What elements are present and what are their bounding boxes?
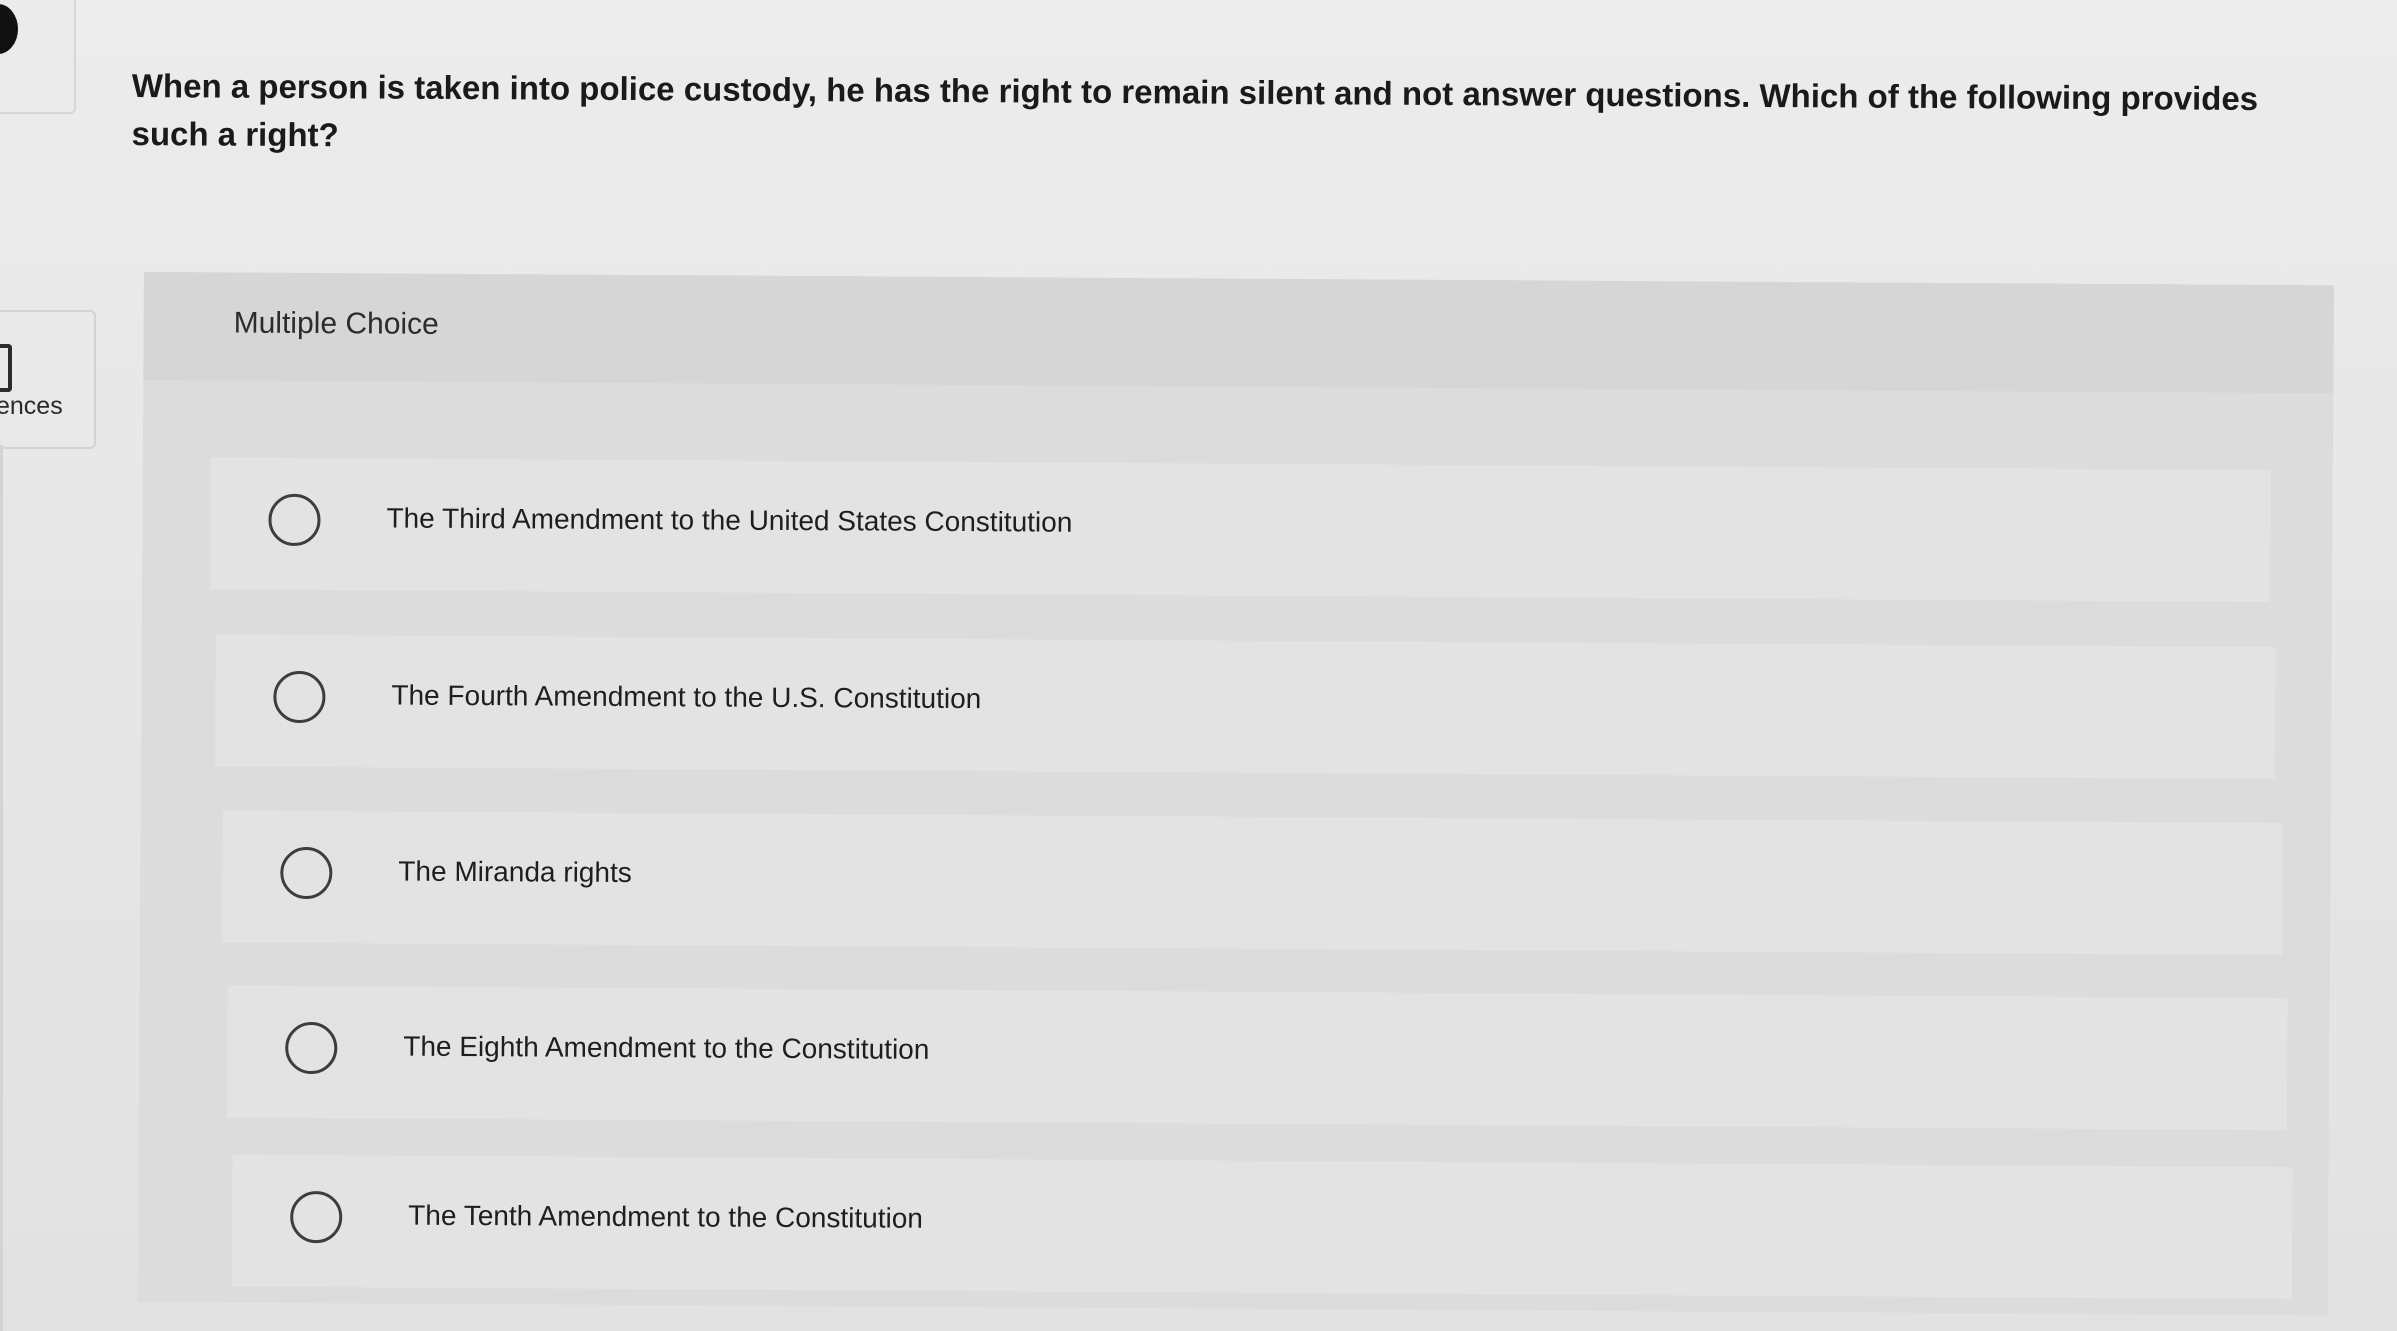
- radio-button[interactable]: [290, 1190, 343, 1244]
- answer-option-3[interactable]: The Miranda rights: [221, 810, 2283, 956]
- references-label: ences: [0, 392, 63, 420]
- answer-option-label: The Miranda rights: [398, 855, 632, 888]
- answer-option-4[interactable]: The Eighth Amendment to the Constitution: [226, 985, 2288, 1131]
- question-text: When a person is taken into police custo…: [131, 66, 2259, 154]
- references-button[interactable]: ences: [0, 310, 96, 449]
- radio-button[interactable]: [280, 846, 333, 900]
- sidebar-divider: [0, 445, 3, 1331]
- radio-button[interactable]: [268, 493, 321, 547]
- answer-option-label: The Tenth Amendment to the Constitution: [408, 1199, 924, 1234]
- answer-option-label: The Fourth Amendment to the U.S. Constit…: [391, 679, 982, 715]
- document-icon: [0, 344, 12, 392]
- answer-option-1[interactable]: The Third Amendment to the United States…: [210, 457, 2271, 602]
- answer-option-label: The Third Amendment to the United States…: [386, 502, 1073, 538]
- multiple-choice-panel: Multiple Choice The Third Amendment to t…: [137, 272, 2334, 1316]
- answer-option-2[interactable]: The Fourth Amendment to the U.S. Constit…: [214, 634, 2276, 780]
- answer-option-5[interactable]: The Tenth Amendment to the Constitution: [231, 1154, 2293, 1300]
- multiple-choice-title: Multiple Choice: [233, 306, 439, 341]
- multiple-choice-header: Multiple Choice: [143, 272, 2334, 394]
- radio-button[interactable]: [273, 670, 326, 724]
- radio-button[interactable]: [285, 1021, 338, 1075]
- answer-option-label: The Eighth Amendment to the Constitution: [403, 1030, 930, 1065]
